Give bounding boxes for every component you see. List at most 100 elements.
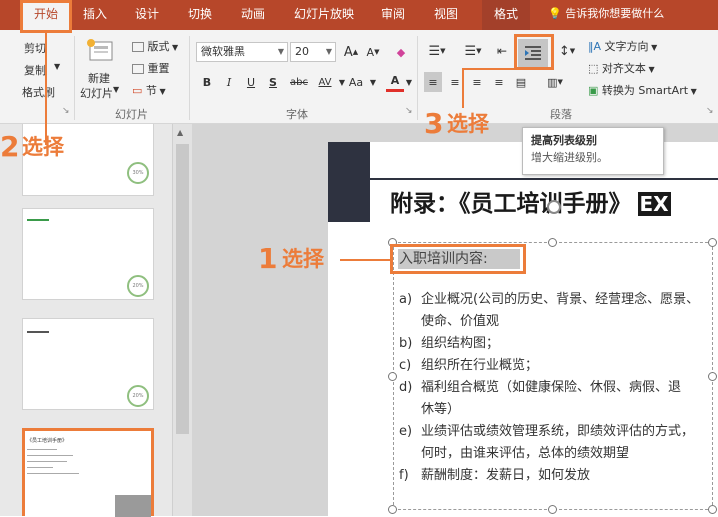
list-item[interactable]: f) 薪酬制度：发薪日，如何发放	[399, 465, 590, 487]
font-name-select[interactable]: 微软雅黑 ▼	[196, 42, 288, 62]
text-direction-button[interactable]: ‖A 文字方向 ▼	[588, 38, 657, 54]
tab-format[interactable]: 格式	[482, 0, 530, 30]
slide-thumbnail[interactable]: 20%	[22, 318, 154, 410]
decrease-indent-icon[interactable]: ⇤	[494, 40, 510, 62]
callout-box-increase-indent	[514, 34, 554, 70]
align-left-icon[interactable]: ≡	[424, 72, 442, 92]
tab-slideshow[interactable]: 幻灯片放映	[289, 0, 359, 30]
list-item[interactable]: 使命、价值观	[399, 311, 499, 333]
tooltip: 提高列表级别 增大缩进级别。	[522, 127, 664, 175]
dialog-launcher-icon[interactable]: ↘	[62, 106, 70, 116]
tab-animations[interactable]: 动画	[236, 0, 270, 30]
lightbulb-icon: 💡	[548, 7, 562, 20]
list-item[interactable]: b) 组织结构图；	[399, 333, 499, 355]
resize-handle[interactable]	[548, 505, 557, 514]
chevron-down-icon[interactable]: ▼	[404, 72, 414, 92]
reset-button[interactable]: 重置	[132, 60, 170, 76]
chevron-down-icon[interactable]: ▼	[54, 62, 60, 71]
tab-review[interactable]: 审阅	[376, 0, 410, 30]
resize-handle[interactable]	[388, 372, 397, 381]
resize-handle[interactable]	[388, 505, 397, 514]
change-case-button[interactable]: Aa	[342, 72, 370, 92]
scroll-up-icon[interactable]: ▲	[177, 128, 183, 137]
decrease-font-size-icon[interactable]: A ▼	[364, 42, 382, 62]
tell-me-box[interactable]: 💡 告诉我你想要做什么	[548, 0, 708, 30]
tab-design[interactable]: 设计	[130, 0, 164, 30]
scrollbar-thumb[interactable]	[176, 144, 189, 434]
list-item[interactable]: 休等）	[399, 399, 460, 421]
font-size-select[interactable]: 20 ▼	[290, 42, 336, 62]
slide-thumbnail-selected[interactable]: 《员工培训手册》	[22, 428, 154, 517]
columns-icon[interactable]: ▥ ▼	[542, 72, 568, 92]
convert-smartart-button[interactable]: ▣ 转换为 SmartArt ▼	[588, 82, 697, 98]
layout-icon	[132, 42, 144, 52]
list-item[interactable]: d) 福利组合概览（如健康保险、休假、病假、退	[399, 377, 681, 399]
bold-button[interactable]: B	[200, 72, 214, 92]
justify-icon[interactable]: ≡	[490, 72, 508, 92]
dialog-launcher-icon[interactable]: ↘	[405, 106, 413, 116]
italic-button[interactable]: I	[222, 72, 236, 92]
callout-text-3: 选择	[447, 112, 489, 136]
new-slide-icon[interactable]	[86, 38, 116, 66]
callout-box-home-tab	[20, 0, 72, 33]
ribbon-tab-bar: 开始 插入 设计 切换 动画 幻灯片放映 审阅 视图 格式 💡 告诉我你想要做什…	[0, 0, 718, 30]
thumbnail-scrollbar[interactable]: ▲	[172, 124, 192, 516]
numbering-icon[interactable]: ☰ ▼	[460, 40, 486, 62]
progress-badge: 20%	[127, 385, 149, 407]
callout-line	[340, 259, 390, 261]
chevron-down-icon[interactable]: ▼	[113, 85, 119, 94]
tab-view[interactable]: 视图	[429, 0, 463, 30]
tab-transitions[interactable]: 切换	[183, 0, 217, 30]
list-item[interactable]: e) 业绩评估或绩效管理系统，即绩效评估的方式，	[399, 421, 694, 443]
paragraph-group-label: 段落	[550, 108, 572, 121]
resize-handle[interactable]	[548, 238, 557, 247]
dialog-launcher-icon[interactable]: ↘	[706, 106, 714, 116]
group-separator	[189, 36, 190, 120]
clear-formatting-icon[interactable]: ◆	[392, 42, 410, 62]
tooltip-title: 提高列表级别	[531, 134, 597, 147]
group-separator	[74, 36, 75, 120]
tab-insert[interactable]: 插入	[78, 0, 112, 30]
align-right-icon[interactable]: ≡	[468, 72, 486, 92]
slide-title[interactable]: 附录：《员工培训手册》 EX	[390, 184, 671, 218]
slide-accent-block	[328, 142, 370, 222]
callout-box-heading	[390, 244, 526, 274]
underline-button[interactable]: U	[244, 72, 258, 92]
text-shadow-button[interactable]: S	[266, 72, 280, 92]
callout-number-3: 3	[424, 107, 444, 140]
callout-number-2: 2	[0, 130, 20, 163]
format-painter-button[interactable]: 格式刷	[22, 84, 55, 100]
list-item[interactable]: a) 企业概况(公司的历史、背景、经营理念、愿景、	[399, 289, 699, 311]
resize-handle[interactable]	[708, 505, 717, 514]
slide-thumbnail[interactable]: 20%	[22, 208, 154, 300]
strikethrough-button[interactable]: abc	[286, 72, 312, 92]
copy-button[interactable]: 复制	[24, 62, 46, 78]
group-separator	[417, 36, 418, 120]
distributed-icon[interactable]: ▤	[512, 72, 530, 92]
new-slide-label-1[interactable]: 新建	[88, 70, 110, 86]
slides-group-label: 幻灯片	[115, 108, 148, 121]
chevron-down-icon[interactable]: ▼	[368, 72, 378, 92]
align-text-icon: ⬚	[588, 62, 599, 75]
chevron-down-icon: ▼	[277, 47, 284, 56]
resize-handle[interactable]	[708, 238, 717, 247]
align-text-button[interactable]: ⬚ 对齐文本 ▼	[588, 60, 655, 76]
resize-handle[interactable]	[708, 372, 717, 381]
section-button[interactable]: ▭ 节 ▼	[132, 82, 166, 98]
cut-button[interactable]: 剪切	[24, 40, 46, 56]
font-color-button[interactable]: A	[386, 72, 404, 92]
list-item[interactable]: c) 组织所在行业概览；	[399, 355, 538, 377]
character-spacing-button[interactable]: AV	[312, 72, 338, 92]
bullets-icon[interactable]: ☰ ▼	[424, 40, 450, 62]
callout-text-2: 选择	[22, 135, 64, 159]
layout-button[interactable]: 版式 ▼	[132, 38, 178, 54]
new-slide-label-2[interactable]: 幻灯片	[80, 85, 113, 101]
rotate-handle-icon[interactable]	[547, 200, 561, 214]
increase-font-size-icon[interactable]: A ▲	[342, 42, 360, 62]
line-spacing-icon[interactable]: ↕ ▼	[554, 40, 580, 62]
callout-line	[462, 68, 534, 70]
smartart-icon: ▣	[588, 84, 599, 97]
list-item[interactable]: 何时，由谁来评估，总体的绩效期望	[399, 443, 629, 465]
section-icon: ▭	[132, 84, 143, 97]
callout-number-1: 1	[258, 242, 278, 275]
